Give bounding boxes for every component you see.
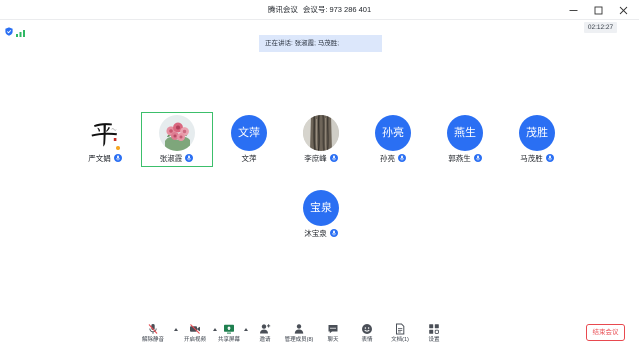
title-bar: 腾讯会议 会议号: 973 286 401 — [0, 0, 639, 20]
mic-on-icon — [329, 229, 338, 237]
mic-on-icon — [185, 153, 194, 162]
participant-tile[interactable]: 李庶峰 — [285, 112, 357, 167]
text-avatar: 文萍 — [231, 115, 267, 151]
end-meeting-button[interactable]: 结束会议 — [586, 324, 625, 341]
participant-name: 文萍 — [241, 154, 257, 163]
participant-name: 马茂胜 — [520, 154, 543, 163]
meeting-timer: 02:12:27 — [584, 22, 617, 33]
settings-label: 设置 — [428, 337, 440, 343]
participant-tile[interactable]: 严文娟 — [69, 112, 141, 167]
participant-name-row: 孙亮 — [357, 154, 429, 164]
close-icon[interactable] — [616, 4, 630, 16]
mic-on-icon — [113, 154, 122, 162]
minimize-icon[interactable] — [566, 4, 580, 16]
meeting-id-label: 会议号: — [302, 5, 328, 14]
participant-name-row: 马茂胜 — [501, 154, 573, 164]
text-avatar: 茂胜 — [519, 115, 555, 151]
settings-grid-icon — [428, 322, 440, 334]
participant-name-row: 严文娟 — [69, 154, 141, 164]
video-off-icon — [189, 322, 201, 334]
invite-icon — [259, 322, 271, 334]
participant-tile-active[interactable]: 张淑霞 — [141, 112, 213, 167]
host-badge-icon — [115, 145, 121, 151]
participant-name-row: 郭燕生 — [429, 154, 501, 164]
document-icon — [394, 322, 406, 335]
text-avatar: 宝泉 — [303, 190, 339, 226]
unmute-button[interactable]: 解除静音 — [131, 321, 175, 346]
chat-icon — [327, 322, 339, 334]
participant-name: 张淑霞 — [159, 153, 183, 163]
participant-name: 沐宝泉 — [304, 229, 327, 238]
participant-tile[interactable]: 孙亮 孙亮 — [357, 112, 429, 167]
participant-name-row: 文萍 — [213, 154, 285, 164]
participant-tile[interactable]: 文萍 文萍 — [213, 112, 285, 167]
mic-muted-icon — [147, 322, 159, 334]
flower-avatar — [158, 114, 195, 151]
mic-on-icon — [545, 154, 554, 162]
window-title: 腾讯会议 会议号: 973 286 401 — [0, 5, 639, 15]
participant-tile[interactable]: 茂胜 马茂胜 — [501, 112, 573, 167]
maximize-icon[interactable] — [591, 4, 605, 16]
mic-on-icon — [329, 154, 338, 162]
unmute-label: 解除静音 — [141, 337, 164, 343]
text-avatar: 孙亮 — [375, 115, 411, 151]
mic-on-icon — [398, 154, 406, 162]
meeting-id: 973 286 401 — [329, 5, 372, 14]
participant-tile[interactable]: 宝泉 沐宝泉 — [285, 187, 357, 242]
participant-name: 孙亮 — [380, 154, 395, 163]
participant-name-row: 张淑霞 — [141, 153, 213, 164]
members-icon — [293, 322, 305, 334]
participant-tile[interactable]: 燕生 郭燕生 — [429, 112, 501, 167]
participant-name: 李庶峰 — [304, 154, 327, 163]
share-screen-icon — [223, 322, 235, 334]
text-avatar: 燕生 — [447, 115, 483, 151]
participant-name: 郭燕生 — [448, 154, 471, 163]
participant-name-row: 李庶峰 — [285, 154, 357, 164]
participant-name-row: 沐宝泉 — [285, 229, 357, 239]
shield-icon[interactable] — [5, 23, 13, 36]
speaking-banner: 正在讲话: 张淑霞; 马茂胜; — [259, 35, 382, 52]
participant-name: 严文娟 — [88, 154, 111, 163]
app-title: 腾讯会议 — [267, 5, 298, 14]
mic-on-icon — [473, 154, 482, 162]
emoji-icon — [361, 322, 373, 334]
photo-avatar — [303, 115, 339, 151]
settings-button[interactable]: 设置 — [412, 321, 456, 346]
signal-bars-icon[interactable] — [16, 24, 25, 37]
